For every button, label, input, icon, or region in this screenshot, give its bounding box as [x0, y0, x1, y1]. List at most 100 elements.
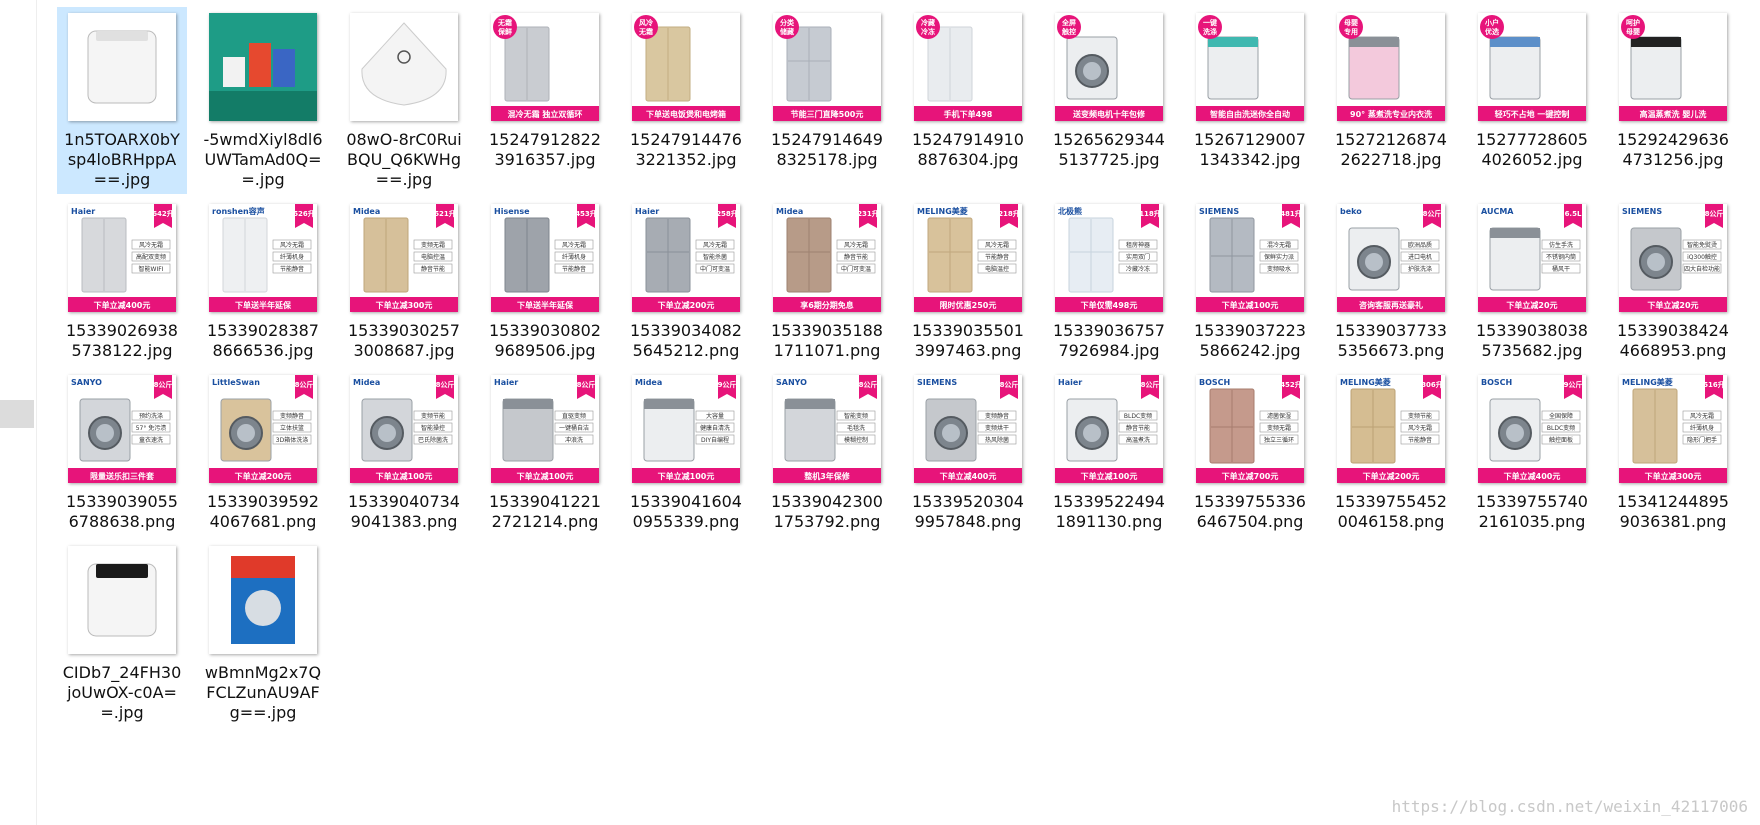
file-thumbnail[interactable]: 母婴 专用 90° 蒸煮洗专业内衣洗 [1337, 13, 1445, 121]
file-item[interactable]: 冷藏 冷冻 手机下单498 152479149108876304.jpg [903, 7, 1033, 194]
file-item[interactable]: Midea 8公斤 变频节能 智能操控 巴氏除菌洗 下单立减100元 15339040734… [339, 369, 469, 536]
file-thumbnail[interactable] [68, 13, 176, 121]
file-thumbnail[interactable]: 无霜 保鲜 混冷无霜 独立双循环 [491, 13, 599, 121]
file-item[interactable]: Haier 642升 风冷无霜 高配双变频 智能WIFI 下单立减400元 15339026… [57, 198, 187, 365]
file-name[interactable]: 153390416040955339.png [626, 492, 746, 532]
file-name[interactable]: 153390351881711071.png [767, 321, 887, 361]
file-name[interactable]: 153390423001753792.png [767, 492, 887, 532]
file-name[interactable]: 153390355013997463.png [908, 321, 1028, 361]
file-item[interactable]: 08wO-8rC0RuiBQU_Q6KWHg==.jpg [339, 7, 469, 194]
file-thumbnail[interactable]: Midea 8公斤 变频节能 智能操控 巴氏除菌洗 下单立减100元 [350, 375, 458, 483]
file-name[interactable]: 153390283878666536.jpg [203, 321, 323, 361]
file-item[interactable]: wBmnMg2x7QFCLZunAU9AFg==.jpg [198, 540, 328, 727]
file-name[interactable]: 153390412212721214.png [485, 492, 605, 532]
file-name[interactable]: 153390367577926984.jpg [1049, 321, 1169, 361]
file-thumbnail[interactable]: 风冷 无霜 下单送电饭煲和电烤箱 [632, 13, 740, 121]
file-name[interactable]: 152479146498325178.jpg [767, 130, 887, 170]
file-name[interactable]: 152777286054026052.jpg [1472, 130, 1592, 170]
file-name[interactable]: 1n5TOARX0bYsp4loBRHppA==.jpg [62, 130, 182, 190]
file-thumbnail[interactable]: SIEMENS 8公斤 变频静音 变频烘干 热风除菌 下单立减400元 [914, 375, 1022, 483]
file-item[interactable]: 呵护 母婴 高温蒸煮洗 婴儿洗 152924296364731256.jpg [1608, 7, 1738, 194]
file-name[interactable]: 153390384244668953.png [1613, 321, 1733, 361]
file-name[interactable]: -5wmdXiyl8dl6UWTamAd0Q==.jpg [203, 130, 323, 190]
file-thumbnail[interactable]: 呵护 母婴 高温蒸煮洗 婴儿洗 [1619, 13, 1727, 121]
file-item[interactable]: 北极熊 118升 租房神器 实用双门 冷藏冷冻 下单仅需498元 1533903675779… [1044, 198, 1174, 365]
file-name[interactable]: 153390302573008687.jpg [344, 321, 464, 361]
file-name[interactable]: 153397557402161035.png [1472, 492, 1592, 532]
file-item[interactable]: LittleSwan 8公斤 变频静音 立体扶篮 3D箱体洗涤 下单立减200元 15339… [198, 369, 328, 536]
file-thumbnail[interactable]: BOSCH 9公斤 全国保障 BLDC变频 触控面板 下单立减400元 [1478, 375, 1586, 483]
file-thumbnail[interactable]: Haier 8公斤 直驱变频 一键桶自洁 冲浪洗 下单立减100元 [491, 375, 599, 483]
file-thumbnail[interactable] [350, 13, 458, 121]
file-name[interactable]: wBmnMg2x7QFCLZunAU9AFg==.jpg [203, 663, 323, 723]
file-item[interactable]: Hisense 453升 风冷无霜 纤薄机身 节能静音 下单送半年延保 1533903080… [480, 198, 610, 365]
file-item[interactable]: SIEMENS 8公斤 智能免熨烫 iQ300触控 四大自检功能 下单立减20元 15339… [1608, 198, 1738, 365]
file-name[interactable]: 152656293445137725.jpg [1049, 130, 1169, 170]
file-thumbnail[interactable]: SIEMENS 8公斤 智能免熨烫 iQ300触控 四大自检功能 下单立减20元 [1619, 204, 1727, 312]
file-name[interactable]: 153390395924067681.png [203, 492, 323, 532]
file-thumbnail[interactable]: MELING美菱 218升 风冷无霜 节能静音 电脑温控 限时优惠250元 [914, 204, 1022, 312]
file-item[interactable]: 风冷 无霜 下单送电饭煲和电烤箱 152479144763221352.jpg [621, 7, 751, 194]
file-thumbnail[interactable]: MELING美菱 306升 变频节能 风冷无霜 节能静音 下单立减200元 [1337, 375, 1445, 483]
file-name[interactable]: 08wO-8rC0RuiBQU_Q6KWHg==.jpg [344, 130, 464, 190]
file-thumbnail[interactable]: Midea 521升 变频无霜 电脑控温 静音节能 下单立减300元 [350, 204, 458, 312]
file-item[interactable]: SANYO 8公斤 预约洗涤 57° 免污渍 童衣速洗 限量送乐扣三件套 153390390… [57, 369, 187, 536]
file-thumbnail[interactable]: 北极熊 118升 租房神器 实用双门 冷藏冷冻 下单仅需498元 [1055, 204, 1163, 312]
file-name[interactable]: 153390390556788638.png [62, 492, 182, 532]
file-thumbnail[interactable]: ronshen容声 526升 风冷无霜 纤薄机身 节能静音 下单送半年延保 [209, 204, 317, 312]
file-item[interactable]: 分类 储藏 节能三门直降500元 152479146498325178.jpg [762, 7, 892, 194]
file-thumbnail[interactable]: SIEMENS 481升 混冷无霜 保鲜实力派 变频吸水 下单立减100元 [1196, 204, 1304, 312]
file-thumbnail[interactable] [68, 546, 176, 654]
file-thumbnail[interactable]: SANYO 8公斤 预约洗涤 57° 免污渍 童衣速洗 限量送乐扣三件套 [68, 375, 176, 483]
file-thumbnail[interactable]: Haier 258升 风冷无霜 智能杀菌 中门可变温 下单立减200元 [632, 204, 740, 312]
file-item[interactable]: beko 8公斤 欧洲品质 进口电机 护肤洗涤 咨询客服再送豪礼 1533903773353… [1326, 198, 1456, 365]
file-item[interactable]: Haier 8公斤 BLDC变频 静音节能 高温煮洗 下单立减100元 1533952249… [1044, 369, 1174, 536]
file-name[interactable]: 153390340825645212.png [626, 321, 746, 361]
file-name[interactable]: 152721268742622718.jpg [1331, 130, 1451, 170]
file-item[interactable]: MELING美菱 516升 风冷无霜 纤薄机身 隐形门把手 下单立减300元 1534124… [1608, 369, 1738, 536]
file-item[interactable]: 一键 洗涤 智能自由洗迷你全自动 152671290071343342.jpg [1185, 7, 1315, 194]
file-thumbnail[interactable]: 一键 洗涤 智能自由洗迷你全自动 [1196, 13, 1304, 121]
file-item[interactable]: 小户 优选 轻巧不占地 一键控制 152777286054026052.jpg [1467, 7, 1597, 194]
file-name[interactable]: 153395224941891130.png [1049, 492, 1169, 532]
file-item[interactable]: Haier 8公斤 直驱变频 一键桶自洁 冲浪洗 下单立减100元 153390412212… [480, 369, 610, 536]
file-item[interactable]: Midea 231升 风冷无霜 静音节能 中门可变温 享6期分期免息 15339035188… [762, 198, 892, 365]
file-item[interactable]: -5wmdXiyl8dl6UWTamAd0Q==.jpg [198, 7, 328, 194]
file-name[interactable]: 152479144763221352.jpg [626, 130, 746, 170]
file-name[interactable]: 153390269385738122.jpg [62, 321, 182, 361]
file-thumbnail[interactable]: MELING美菱 516升 风冷无霜 纤薄机身 隐形门把手 下单立减300元 [1619, 375, 1727, 483]
file-name[interactable]: 153390380385735682.jpg [1472, 321, 1592, 361]
file-thumbnail[interactable]: 小户 优选 轻巧不占地 一键控制 [1478, 13, 1586, 121]
file-name[interactable]: 153395203049957848.png [908, 492, 1028, 532]
file-thumbnail[interactable]: Midea 9公斤 大容量 健康自清洗 DIY自编程 下单立减100元 [632, 375, 740, 483]
file-thumbnail[interactable]: Haier 8公斤 BLDC变频 静音节能 高温煮洗 下单立减100元 [1055, 375, 1163, 483]
file-thumbnail[interactable] [209, 546, 317, 654]
file-item[interactable]: CIDb7_24FH30joUwOX-c0A==.jpg [57, 540, 187, 727]
file-thumbnail[interactable]: Midea 231升 风冷无霜 静音节能 中门可变温 享6期分期免息 [773, 204, 881, 312]
file-item[interactable]: Midea 9公斤 大容量 健康自清洗 DIY自编程 下单立减100元 1533904160… [621, 369, 751, 536]
file-name[interactable]: 153390407349041383.png [344, 492, 464, 532]
file-item[interactable]: AUCMA 6.5L 仿生手洗 不锈钢内筒 桶风干 下单立减20元 153390380385… [1467, 198, 1597, 365]
file-item[interactable]: SANYO 8公斤 智能变频 毛毯洗 模糊控制 整机3年保修 153390423001753… [762, 369, 892, 536]
file-item[interactable]: SIEMENS 8公斤 变频静音 变频烘干 热风除菌 下单立减400元 1533952030… [903, 369, 1033, 536]
file-item[interactable]: MELING美菱 306升 变频节能 风冷无霜 节能静音 下单立减200元 15339755… [1326, 369, 1456, 536]
file-name[interactable]: 152479128223916357.jpg [485, 130, 605, 170]
file-thumbnail[interactable]: LittleSwan 8公斤 变频静音 立体扶篮 3D箱体洗涤 下单立减200元 [209, 375, 317, 483]
file-thumbnail[interactable]: SANYO 8公斤 智能变频 毛毯洗 模糊控制 整机3年保修 [773, 375, 881, 483]
file-thumbnail[interactable]: 分类 储藏 节能三门直降500元 [773, 13, 881, 121]
file-thumbnail[interactable]: BOSCH 452升 滤菌保湿 变频无霜 独立三循环 下单立减700元 [1196, 375, 1304, 483]
file-thumbnail[interactable]: Haier 642升 风冷无霜 高配双变频 智能WIFI 下单立减400元 [68, 204, 176, 312]
file-item[interactable]: 无霜 保鲜 混冷无霜 独立双循环 152479128223916357.jpg [480, 7, 610, 194]
file-thumbnail[interactable]: 全屏 触控 送变频电机十年包修 [1055, 13, 1163, 121]
file-item[interactable]: MELING美菱 218升 风冷无霜 节能静音 电脑温控 限时优惠250元 15339035… [903, 198, 1033, 365]
file-name[interactable]: 152479149108876304.jpg [908, 130, 1028, 170]
file-name[interactable]: CIDb7_24FH30joUwOX-c0A==.jpg [62, 663, 182, 723]
file-item[interactable]: Haier 258升 风冷无霜 智能杀菌 中门可变温 下单立减200元 1533903408… [621, 198, 751, 365]
file-name[interactable]: 152671290071343342.jpg [1190, 130, 1310, 170]
file-thumbnail[interactable]: 冷藏 冷冻 手机下单498 [914, 13, 1022, 121]
file-item[interactable]: BOSCH 9公斤 全国保障 BLDC变频 触控面板 下单立减400元 1533975574… [1467, 369, 1597, 536]
file-name[interactable]: 153397554520046158.png [1331, 492, 1451, 532]
file-item[interactable]: 1n5TOARX0bYsp4loBRHppA==.jpg [57, 7, 187, 194]
file-item[interactable]: Midea 521升 变频无霜 电脑控温 静音节能 下单立减300元 15339030257… [339, 198, 469, 365]
file-name[interactable]: 153412448959036381.png [1613, 492, 1733, 532]
